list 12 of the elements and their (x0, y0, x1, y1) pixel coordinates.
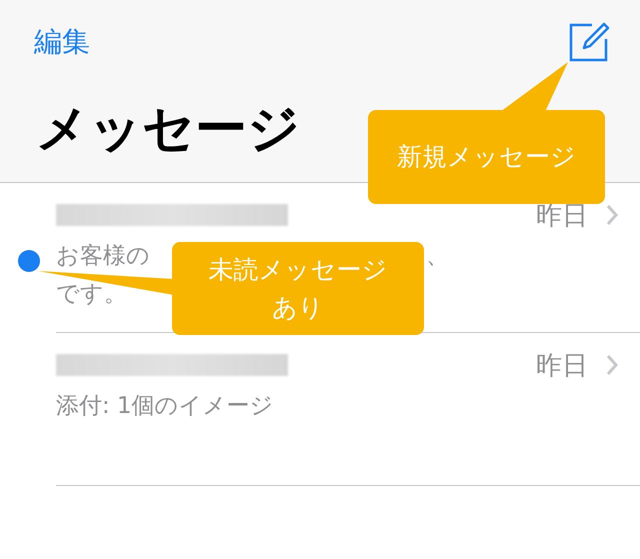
message-preview: 、 (426, 242, 449, 271)
screen-title: メッセージ (36, 98, 300, 161)
message-preview: お客様の (56, 242, 150, 271)
callout-pointer (500, 62, 568, 112)
compose-icon[interactable] (568, 21, 610, 63)
chevron-icon (606, 354, 618, 376)
message-preview: 添付: 1個のイメージ (56, 392, 274, 421)
message-time: 昨日 (536, 350, 588, 382)
message-preview: です。 (56, 280, 127, 309)
annotation-callout: 未読メッセージ あり (172, 242, 424, 335)
edit-button[interactable]: 編集 (34, 23, 90, 61)
chevron-icon (606, 204, 618, 226)
